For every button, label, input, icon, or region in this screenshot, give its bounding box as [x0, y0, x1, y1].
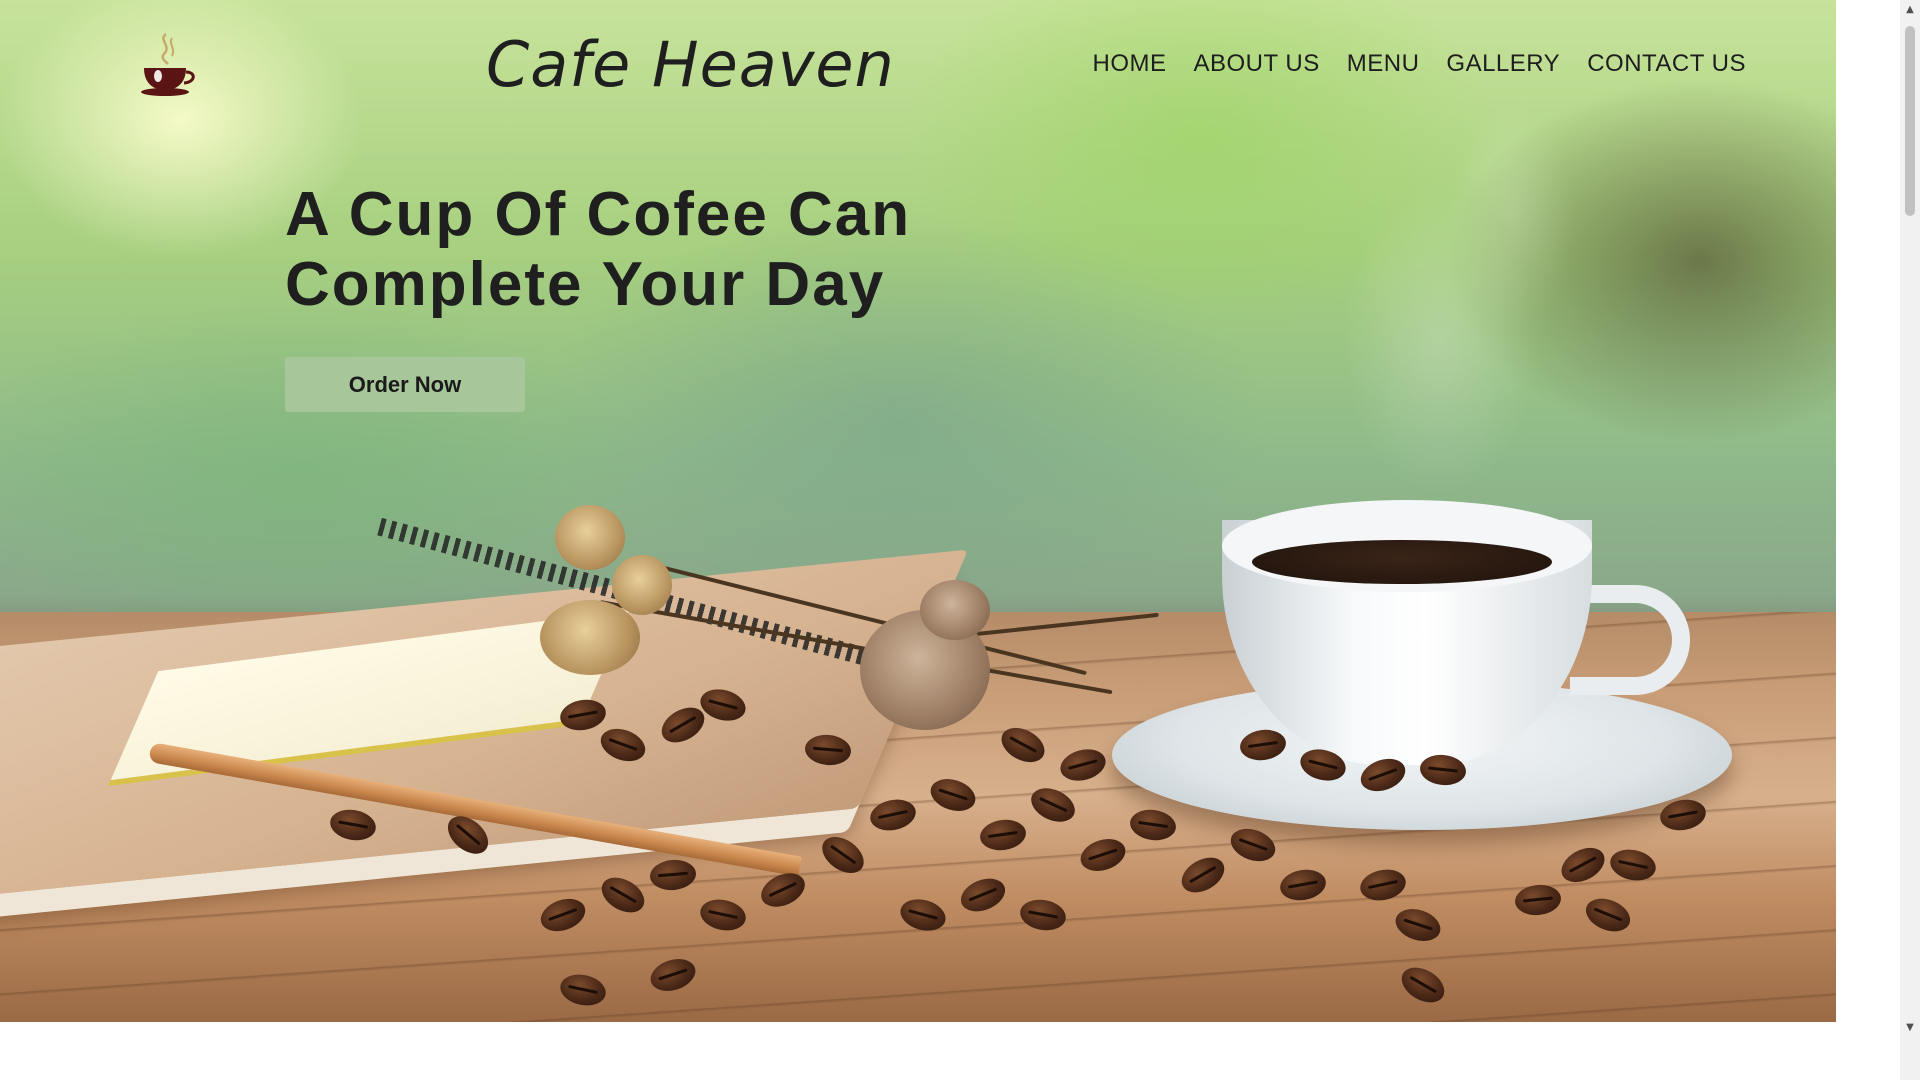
hero-section: Cafe Heaven HOME ABOUT US MENU GALLERY C…	[0, 0, 1836, 1022]
hero-headline-line-2: Complete Your Day	[285, 250, 886, 319]
order-now-button[interactable]: Order Now	[285, 357, 525, 412]
page-viewport: Cafe Heaven HOME ABOUT US MENU GALLERY C…	[0, 0, 1900, 1080]
dried-flower	[612, 555, 672, 615]
coffee-surface	[1252, 540, 1552, 584]
logo-coffee-cup-icon[interactable]	[138, 28, 198, 98]
hero-headline-line-1: A Cup Of Cofee Can	[285, 180, 912, 249]
hero-headline: A Cup Of Cofee Can Complete Your Day	[285, 180, 911, 320]
page-scrollbar[interactable]: ▲ ▼	[1900, 0, 1920, 1080]
steam-decoration	[1200, 90, 1680, 510]
nav-home-link[interactable]: HOME	[1092, 50, 1166, 78]
nav-contact-us-link[interactable]: CONTACT US	[1587, 50, 1746, 78]
nav-gallery-link[interactable]: GALLERY	[1446, 50, 1560, 78]
scroll-up-arrow-icon[interactable]: ▲	[1900, 4, 1920, 18]
scroll-down-arrow-icon[interactable]: ▼	[1900, 1022, 1920, 1036]
dried-flower	[540, 600, 640, 675]
nav-about-us-link[interactable]: ABOUT US	[1193, 50, 1319, 78]
main-nav: HOME ABOUT US MENU GALLERY CONTACT US	[1092, 50, 1746, 78]
coffee-cup-icon	[141, 33, 195, 96]
scrollbar-thumb[interactable]	[1905, 26, 1915, 216]
dried-flower	[920, 580, 990, 640]
nav-menu-link[interactable]: MENU	[1347, 50, 1420, 78]
dried-flower	[555, 505, 625, 570]
brand-title: Cafe Heaven	[486, 28, 895, 101]
